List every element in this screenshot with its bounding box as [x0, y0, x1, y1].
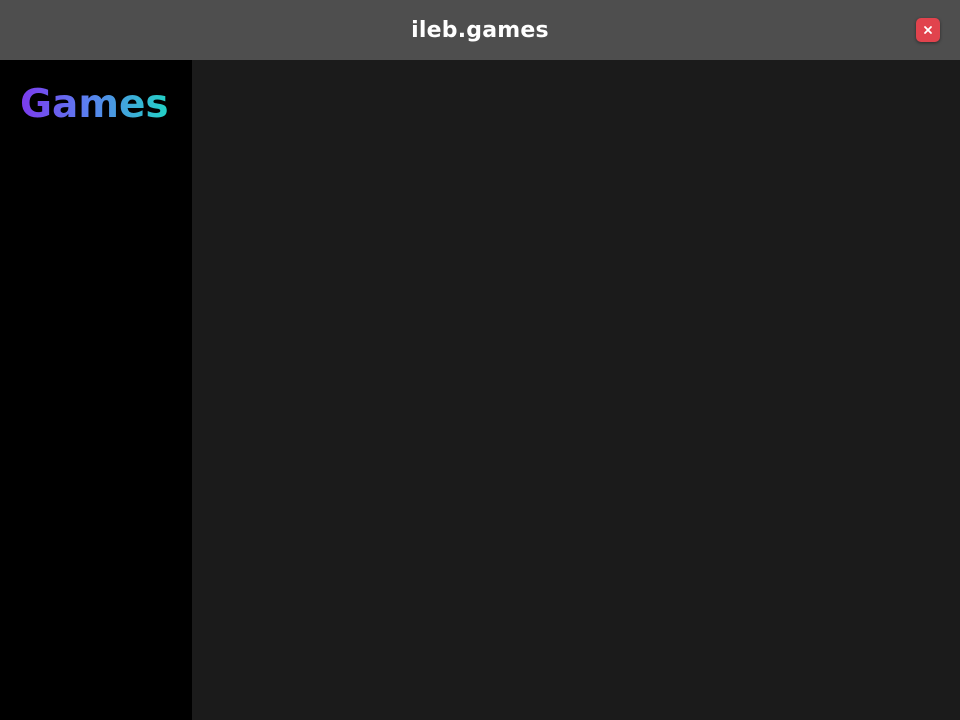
window-title: ileb.games [411, 17, 549, 43]
close-icon [924, 26, 932, 34]
title-bar: ileb.games [0, 0, 960, 60]
main-content-area [192, 60, 960, 720]
sidebar: Games [0, 60, 192, 720]
games-logo-title: Games [20, 82, 169, 127]
close-button[interactable] [916, 18, 940, 42]
app-window: ileb.games Games [0, 0, 960, 720]
